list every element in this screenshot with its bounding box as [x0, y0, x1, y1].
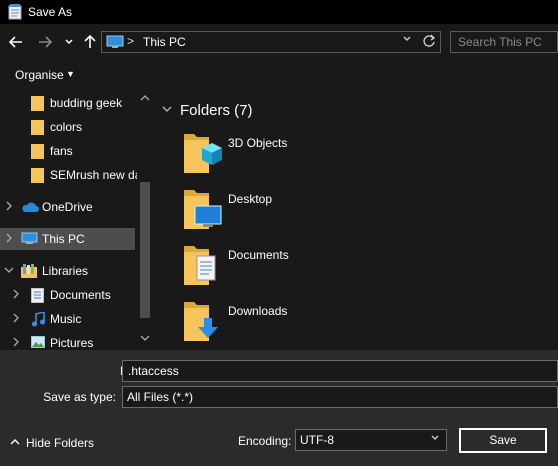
pictures-icon [30, 335, 46, 350]
cloud-icon [21, 202, 39, 216]
3d-objects-folder-icon [182, 132, 224, 179]
music-icon [31, 310, 45, 330]
hide-folders-label: Hide Folders [26, 436, 95, 450]
computer-icon [106, 35, 124, 52]
chevron-down-icon[interactable] [4, 266, 14, 277]
sidebar-item-onedrive[interactable]: OneDrive [0, 196, 135, 218]
breadcrumb-this-pc[interactable]: This PC [143, 35, 186, 49]
sidebar-item-budding-geek[interactable]: budding geek [0, 92, 135, 114]
sidebar-item-label: Libraries [42, 264, 89, 278]
chevron-right-icon[interactable] [5, 201, 13, 214]
folder-downloads[interactable]: Downloads [182, 300, 382, 348]
chevron-right-icon[interactable] [5, 233, 13, 246]
folder-3d-objects[interactable]: 3D Objects [182, 132, 382, 180]
sidebar-item-label: Music [50, 312, 82, 326]
save-as-type-select[interactable]: All Files (*.*) [122, 386, 558, 408]
chevron-right-icon[interactable] [12, 337, 20, 350]
back-arrow-icon[interactable] [6, 32, 26, 52]
sidebar-item-label: fans [50, 144, 73, 158]
search-input[interactable]: Search This PC [450, 31, 558, 53]
folder-label: 3D Objects [228, 136, 288, 150]
navigation-pane-scrollbar[interactable] [137, 90, 152, 350]
sidebar-item-semrush[interactable]: SEMrush new da [0, 164, 141, 186]
chevron-down-icon[interactable] [162, 105, 172, 116]
organise-caret-icon[interactable]: ▼ [66, 69, 75, 79]
file-name-field[interactable]: .htaccess [122, 360, 558, 382]
forward-arrow-icon[interactable] [35, 32, 55, 52]
sidebar-item-pictures[interactable]: Pictures [0, 332, 135, 350]
libraries-icon [21, 264, 37, 281]
chevron-down-icon [430, 430, 440, 450]
sidebar-item-label: colors [50, 120, 83, 134]
documents-folder-icon [182, 244, 224, 291]
encoding-select[interactable]: UTF-8 [295, 429, 447, 451]
sidebar-item-libraries[interactable]: Libraries [0, 260, 135, 282]
folder-icon [31, 144, 44, 162]
sidebar-item-label: SEMrush new da [50, 168, 142, 182]
encoding-label: Encoding: [238, 434, 292, 448]
command-bar: Organise ▼ [0, 60, 558, 90]
address-bar[interactable]: > This PC [101, 31, 441, 53]
chevron-right-icon[interactable] [12, 289, 20, 302]
sidebar-item-label: budding geek [50, 96, 123, 110]
title-bar: Save As [0, 0, 558, 24]
sidebar-item-music[interactable]: Music [0, 308, 135, 330]
save-button[interactable]: Save [459, 428, 547, 453]
sidebar-item-label: OneDrive [42, 200, 93, 214]
sidebar-item-label: Pictures [50, 336, 94, 350]
notepad-icon [8, 4, 22, 20]
group-header-label: Folders (7) [180, 102, 253, 119]
sidebar-item-label: This PC [42, 232, 85, 246]
folder-icon [31, 96, 44, 114]
sidebar-item-label: Documents [50, 288, 111, 302]
hide-folders-button[interactable]: Hide Folders [10, 436, 94, 450]
window-title: Save As [28, 5, 73, 19]
scroll-down-icon[interactable] [140, 334, 150, 344]
desktop-folder-icon [182, 188, 224, 235]
folder-label: Desktop [228, 192, 273, 206]
folder-label: Documents [228, 248, 289, 262]
scrollbar-thumb[interactable] [140, 182, 150, 318]
scroll-up-icon[interactable] [140, 94, 150, 104]
save-form-panel: File name: .htaccess Save as type: All F… [0, 350, 558, 466]
folder-icon [31, 120, 44, 138]
folder-icon [31, 168, 44, 186]
folder-label: Downloads [228, 304, 288, 318]
save-as-type-value: All Files (*.*) [127, 390, 194, 404]
breadcrumb-separator[interactable]: > [127, 34, 134, 48]
computer-icon [21, 232, 38, 248]
search-placeholder: Search This PC [458, 35, 542, 49]
navigation-pane: budding geek colors fans SEMrush new da … [0, 90, 152, 350]
file-list: Folders (7) 3D Objects Desktop Documents… [152, 90, 558, 350]
address-dropdown-icon[interactable] [402, 34, 412, 47]
folder-desktop[interactable]: Desktop [182, 188, 382, 236]
folders-group-header[interactable]: Folders (7) [162, 102, 253, 119]
chevron-right-icon[interactable] [12, 313, 20, 326]
sidebar-item-this-pc[interactable]: This PC [0, 228, 135, 250]
sidebar-item-colors[interactable]: colors [0, 116, 135, 138]
folder-documents[interactable]: Documents [182, 244, 382, 292]
sidebar-item-fans[interactable]: fans [0, 140, 135, 162]
encoding-value: UTF-8 [300, 433, 334, 447]
save-as-type-label: Save as type: [43, 390, 116, 404]
downloads-folder-icon [182, 300, 224, 347]
chevron-down-icon[interactable] [62, 32, 76, 52]
documents-icon [30, 287, 45, 306]
organise-button[interactable]: Organise [15, 68, 64, 82]
up-arrow-icon[interactable] [81, 32, 99, 52]
chevron-up-icon [10, 438, 20, 449]
refresh-icon[interactable] [422, 33, 436, 52]
sidebar-item-documents[interactable]: Documents [0, 284, 135, 306]
